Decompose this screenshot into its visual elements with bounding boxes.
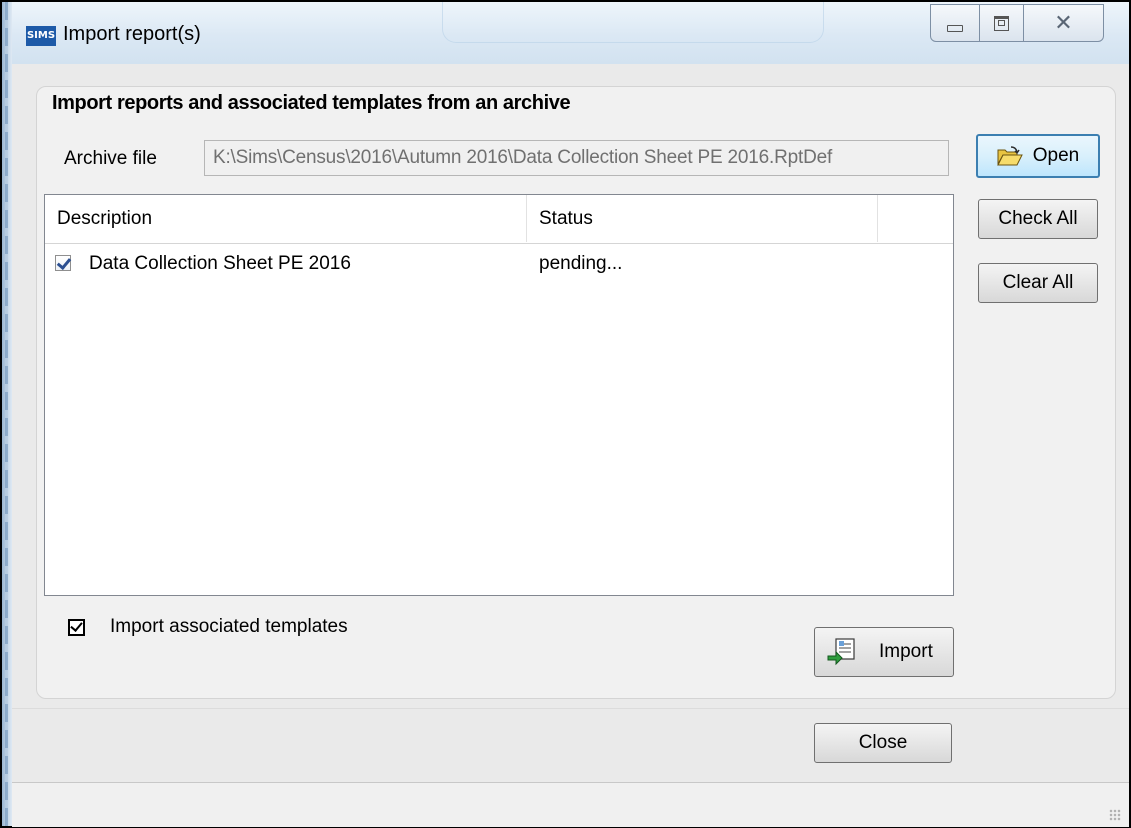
footer-separator <box>12 708 1129 709</box>
column-header-description[interactable]: Description <box>45 195 527 242</box>
column-header-status[interactable]: Status <box>527 195 878 242</box>
sims-app-icon: SIMS <box>26 26 56 46</box>
minimize-button[interactable] <box>930 4 980 42</box>
check-all-button[interactable]: Check All <box>978 199 1098 239</box>
row-checkbox[interactable] <box>55 255 71 271</box>
background-window-edge <box>2 2 12 826</box>
archive-file-label: Archive file <box>64 148 157 169</box>
clear-all-button[interactable]: Clear All <box>978 263 1098 303</box>
window-title: Import report(s) <box>63 23 201 45</box>
group-title: Import reports and associated templates … <box>52 92 571 114</box>
import-button[interactable]: Import <box>814 627 954 677</box>
open-folder-icon <box>996 146 1023 166</box>
archive-file-field[interactable]: K:\Sims\Census\2016\Autumn 2016\Data Col… <box>204 140 949 176</box>
close-window-button[interactable]: ✕ <box>1024 4 1104 42</box>
status-bar <box>12 782 1129 827</box>
open-button-label: Open <box>1032 145 1080 166</box>
resize-grip-icon[interactable] <box>1109 809 1121 821</box>
maximize-button[interactable] <box>980 4 1024 42</box>
import-button-label: Import <box>879 641 933 662</box>
title-bar[interactable]: SIMS Import report(s) ✕ <box>12 2 1129 64</box>
close-button[interactable]: Close <box>814 723 952 763</box>
list-row[interactable]: Data Collection Sheet PE 2016 pending... <box>45 245 953 283</box>
open-button[interactable]: Open <box>976 134 1100 178</box>
reports-list[interactable]: Description Status Data Collection Sheet… <box>44 194 954 596</box>
row-description: Data Collection Sheet PE 2016 <box>89 253 351 274</box>
maximize-icon <box>994 15 1009 31</box>
import-templates-checkbox[interactable] <box>68 619 85 636</box>
close-icon: ✕ <box>1054 10 1073 35</box>
row-status: pending... <box>539 253 623 274</box>
dialog-client-area: Import reports and associated templates … <box>12 64 1129 827</box>
import-icon <box>827 638 855 666</box>
import-templates-label[interactable]: Import associated templates <box>110 616 348 638</box>
list-header: Description Status <box>45 195 953 244</box>
minimize-icon <box>947 24 963 32</box>
column-header-empty <box>878 195 953 242</box>
